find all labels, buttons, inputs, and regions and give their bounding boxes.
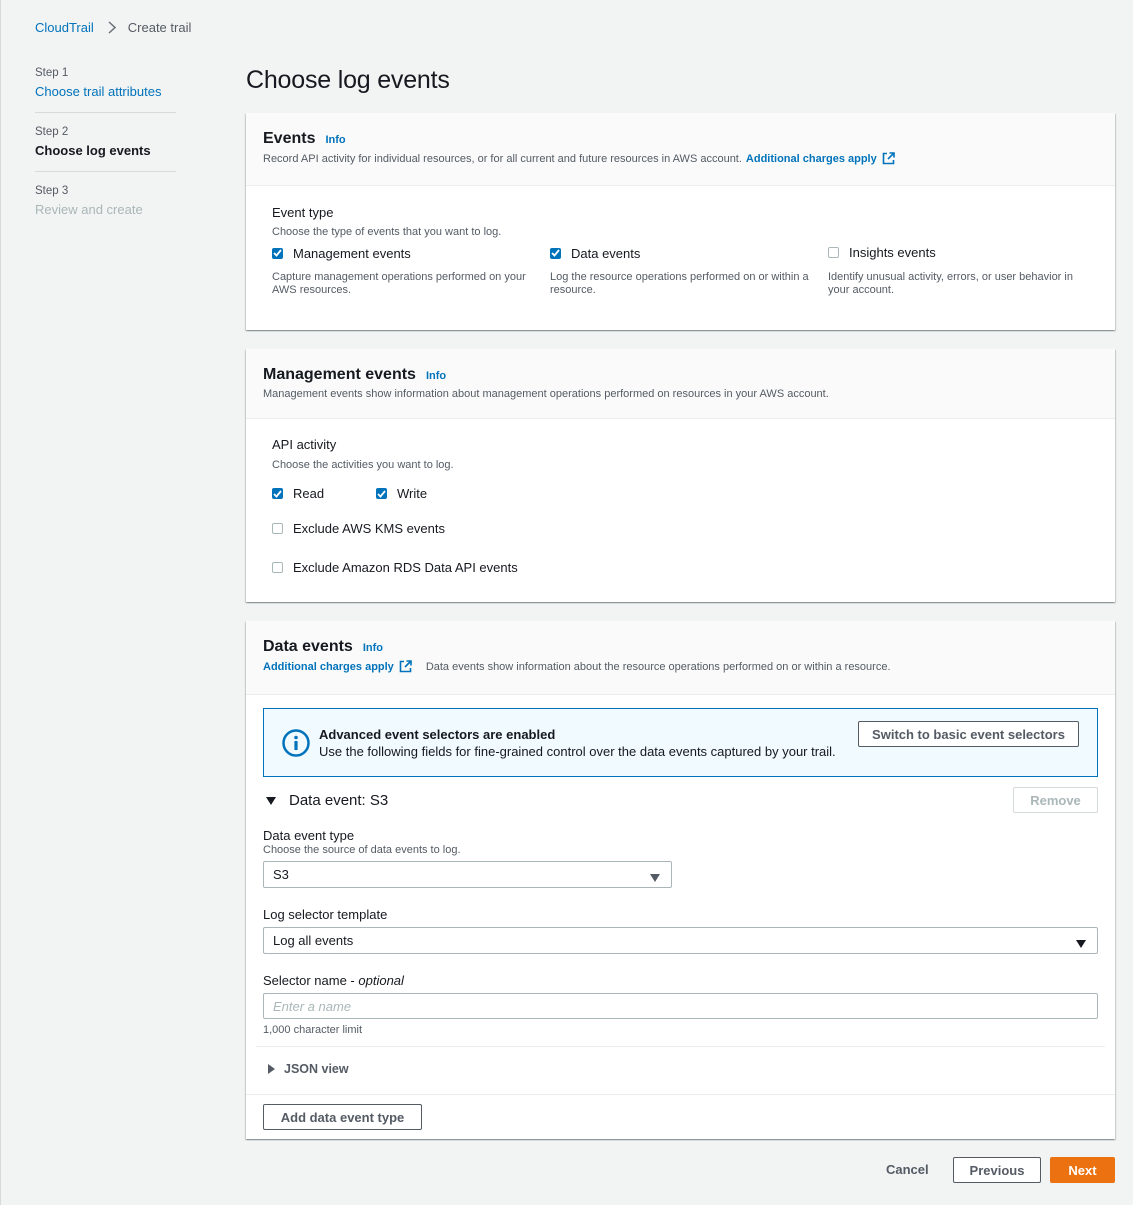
panel-title: Data events bbox=[263, 638, 353, 655]
data-events-checkbox[interactable]: Data events bbox=[550, 246, 640, 261]
select-value: S3 bbox=[273, 867, 289, 882]
step-number: Step 1 bbox=[35, 67, 69, 79]
info-alert: Advanced event selectors are enabled Use… bbox=[263, 708, 1098, 777]
event-type-label: Event type bbox=[272, 205, 334, 220]
add-data-event-type-button[interactable]: Add data event type bbox=[263, 1104, 422, 1130]
checkbox-label: Data events bbox=[571, 245, 641, 261]
info-link[interactable]: Info bbox=[325, 134, 345, 146]
select-value: Log all events bbox=[273, 933, 354, 948]
step-link-choose-trail-attributes[interactable]: Choose trail attributes bbox=[35, 84, 161, 99]
caret-right-icon bbox=[268, 1064, 275, 1074]
step-number: Step 2 bbox=[35, 126, 69, 138]
optional-marker: optional bbox=[358, 973, 404, 988]
remove-button[interactable]: Remove bbox=[1013, 787, 1098, 813]
panel-header: Data events Info Additional charges appl… bbox=[246, 621, 1115, 695]
checkbox-label: Write bbox=[397, 486, 428, 501]
caret-down-icon bbox=[1076, 936, 1086, 951]
additional-charges-link[interactable]: Additional charges apply bbox=[746, 153, 877, 165]
events-panel: Events Info Record API activity for indi… bbox=[246, 113, 1115, 330]
write-checkbox[interactable]: Write bbox=[376, 486, 427, 501]
panel-description: Data events show information about the r… bbox=[425, 660, 891, 673]
step-1: Step 1 Choose trail attributes bbox=[35, 66, 176, 113]
next-button[interactable]: Next bbox=[1050, 1157, 1115, 1183]
character-limit-hint: 1,000 character limit bbox=[263, 1024, 363, 1036]
panel-title: Events bbox=[263, 130, 316, 147]
event-type-option-data: Data events Log the resource operations … bbox=[550, 245, 810, 297]
management-events-panel: Management events Info Management events… bbox=[246, 349, 1115, 602]
json-view-label: JSON view bbox=[284, 1062, 349, 1076]
breadcrumb-current: Create trail bbox=[127, 20, 192, 35]
checkmark-icon bbox=[550, 247, 561, 259]
event-type-option-insights: Insights events Identify unusual activit… bbox=[828, 245, 1088, 297]
info-link[interactable]: Info bbox=[426, 370, 446, 382]
event-type-option-management: Management events Capture management ope… bbox=[272, 245, 532, 297]
cancel-button[interactable]: Cancel bbox=[886, 1162, 929, 1177]
api-activity-description: Choose the activities you want to log. bbox=[272, 459, 454, 471]
step-3: Step 3 Review and create bbox=[35, 184, 176, 230]
wizard-steps: Step 1 Choose trail attributes Step 2 Ch… bbox=[35, 66, 176, 242]
selector-name-label: Selector name - optional bbox=[263, 973, 404, 988]
option-description: Identify unusual activity, errors, or us… bbox=[828, 271, 1073, 296]
data-event-type-description: Choose the source of data events to log. bbox=[263, 844, 461, 856]
checkbox-label: Read bbox=[293, 486, 325, 501]
step-number: Step 3 bbox=[35, 185, 69, 197]
caret-down-icon bbox=[266, 796, 276, 805]
checkmark-icon bbox=[376, 488, 387, 499]
alert-title: Advanced event selectors are enabled bbox=[319, 727, 556, 742]
management-events-checkbox[interactable]: Management events bbox=[272, 246, 411, 261]
log-selector-template-select[interactable]: Log all events bbox=[263, 927, 1098, 954]
selector-name-input[interactable]: Enter a name bbox=[263, 993, 1098, 1019]
checkbox-label: Exclude AWS KMS events bbox=[293, 521, 445, 536]
panel-header: Management events Info Management events… bbox=[246, 349, 1115, 419]
exclude-rds-checkbox[interactable]: Exclude Amazon RDS Data API events bbox=[272, 560, 518, 575]
input-placeholder: Enter a name bbox=[273, 998, 352, 1014]
panel-description: Record API activity for individual resou… bbox=[263, 152, 742, 165]
api-activity-label: API activity bbox=[272, 437, 337, 452]
step-2: Step 2 Choose log events bbox=[35, 125, 176, 172]
step-label-current: Choose log events bbox=[35, 143, 151, 158]
info-circle-icon bbox=[282, 729, 310, 760]
data-event-type-select[interactable]: S3 bbox=[263, 861, 672, 888]
panel-header: Events Info Record API activity for indi… bbox=[246, 113, 1115, 186]
breadcrumb: CloudTrail Create trail bbox=[35, 20, 191, 35]
exclude-kms-checkbox[interactable]: Exclude AWS KMS events bbox=[272, 521, 445, 536]
info-link[interactable]: Info bbox=[363, 642, 383, 654]
event-type-description: Choose the type of events that you want … bbox=[272, 226, 502, 238]
additional-charges-link[interactable]: Additional charges apply bbox=[263, 661, 394, 673]
checkmark-icon bbox=[272, 488, 283, 499]
checkmark-icon bbox=[272, 247, 283, 259]
checkbox-label: Exclude Amazon RDS Data API events bbox=[293, 560, 518, 575]
chevron-right-icon bbox=[108, 21, 116, 34]
previous-button[interactable]: Previous bbox=[953, 1157, 1041, 1183]
checkbox-label: Insights events bbox=[849, 245, 936, 260]
breadcrumb-cloudtrail-link[interactable]: CloudTrail bbox=[35, 20, 94, 35]
data-events-panel: Data events Info Additional charges appl… bbox=[246, 621, 1115, 1139]
read-checkbox[interactable]: Read bbox=[272, 486, 324, 501]
data-event-type-label: Data event type bbox=[263, 828, 355, 843]
switch-to-basic-selectors-button[interactable]: Switch to basic event selectors bbox=[858, 721, 1079, 747]
caret-down-icon bbox=[650, 870, 660, 885]
log-selector-template-label: Log selector template bbox=[263, 907, 388, 922]
option-description: Capture management operations performed … bbox=[272, 270, 526, 296]
panel-description: Management events show information about… bbox=[263, 388, 829, 400]
alert-body: Use the following fields for fine-graine… bbox=[319, 744, 836, 759]
data-event-section-header[interactable]: Data event: S3 bbox=[266, 792, 388, 809]
external-link-icon bbox=[399, 660, 412, 673]
checkbox-label: Management events bbox=[293, 245, 411, 261]
insights-events-checkbox[interactable]: Insights events bbox=[828, 245, 936, 260]
panel-title: Management events bbox=[263, 366, 416, 383]
external-link-icon bbox=[882, 152, 895, 165]
option-description: Log the resource operations performed on… bbox=[550, 270, 809, 296]
page-title: Choose log events bbox=[246, 66, 450, 94]
step-label-disabled: Review and create bbox=[35, 202, 143, 217]
data-event-section-title: Data event: S3 bbox=[289, 792, 389, 809]
json-view-toggle[interactable]: JSON view bbox=[268, 1062, 349, 1076]
